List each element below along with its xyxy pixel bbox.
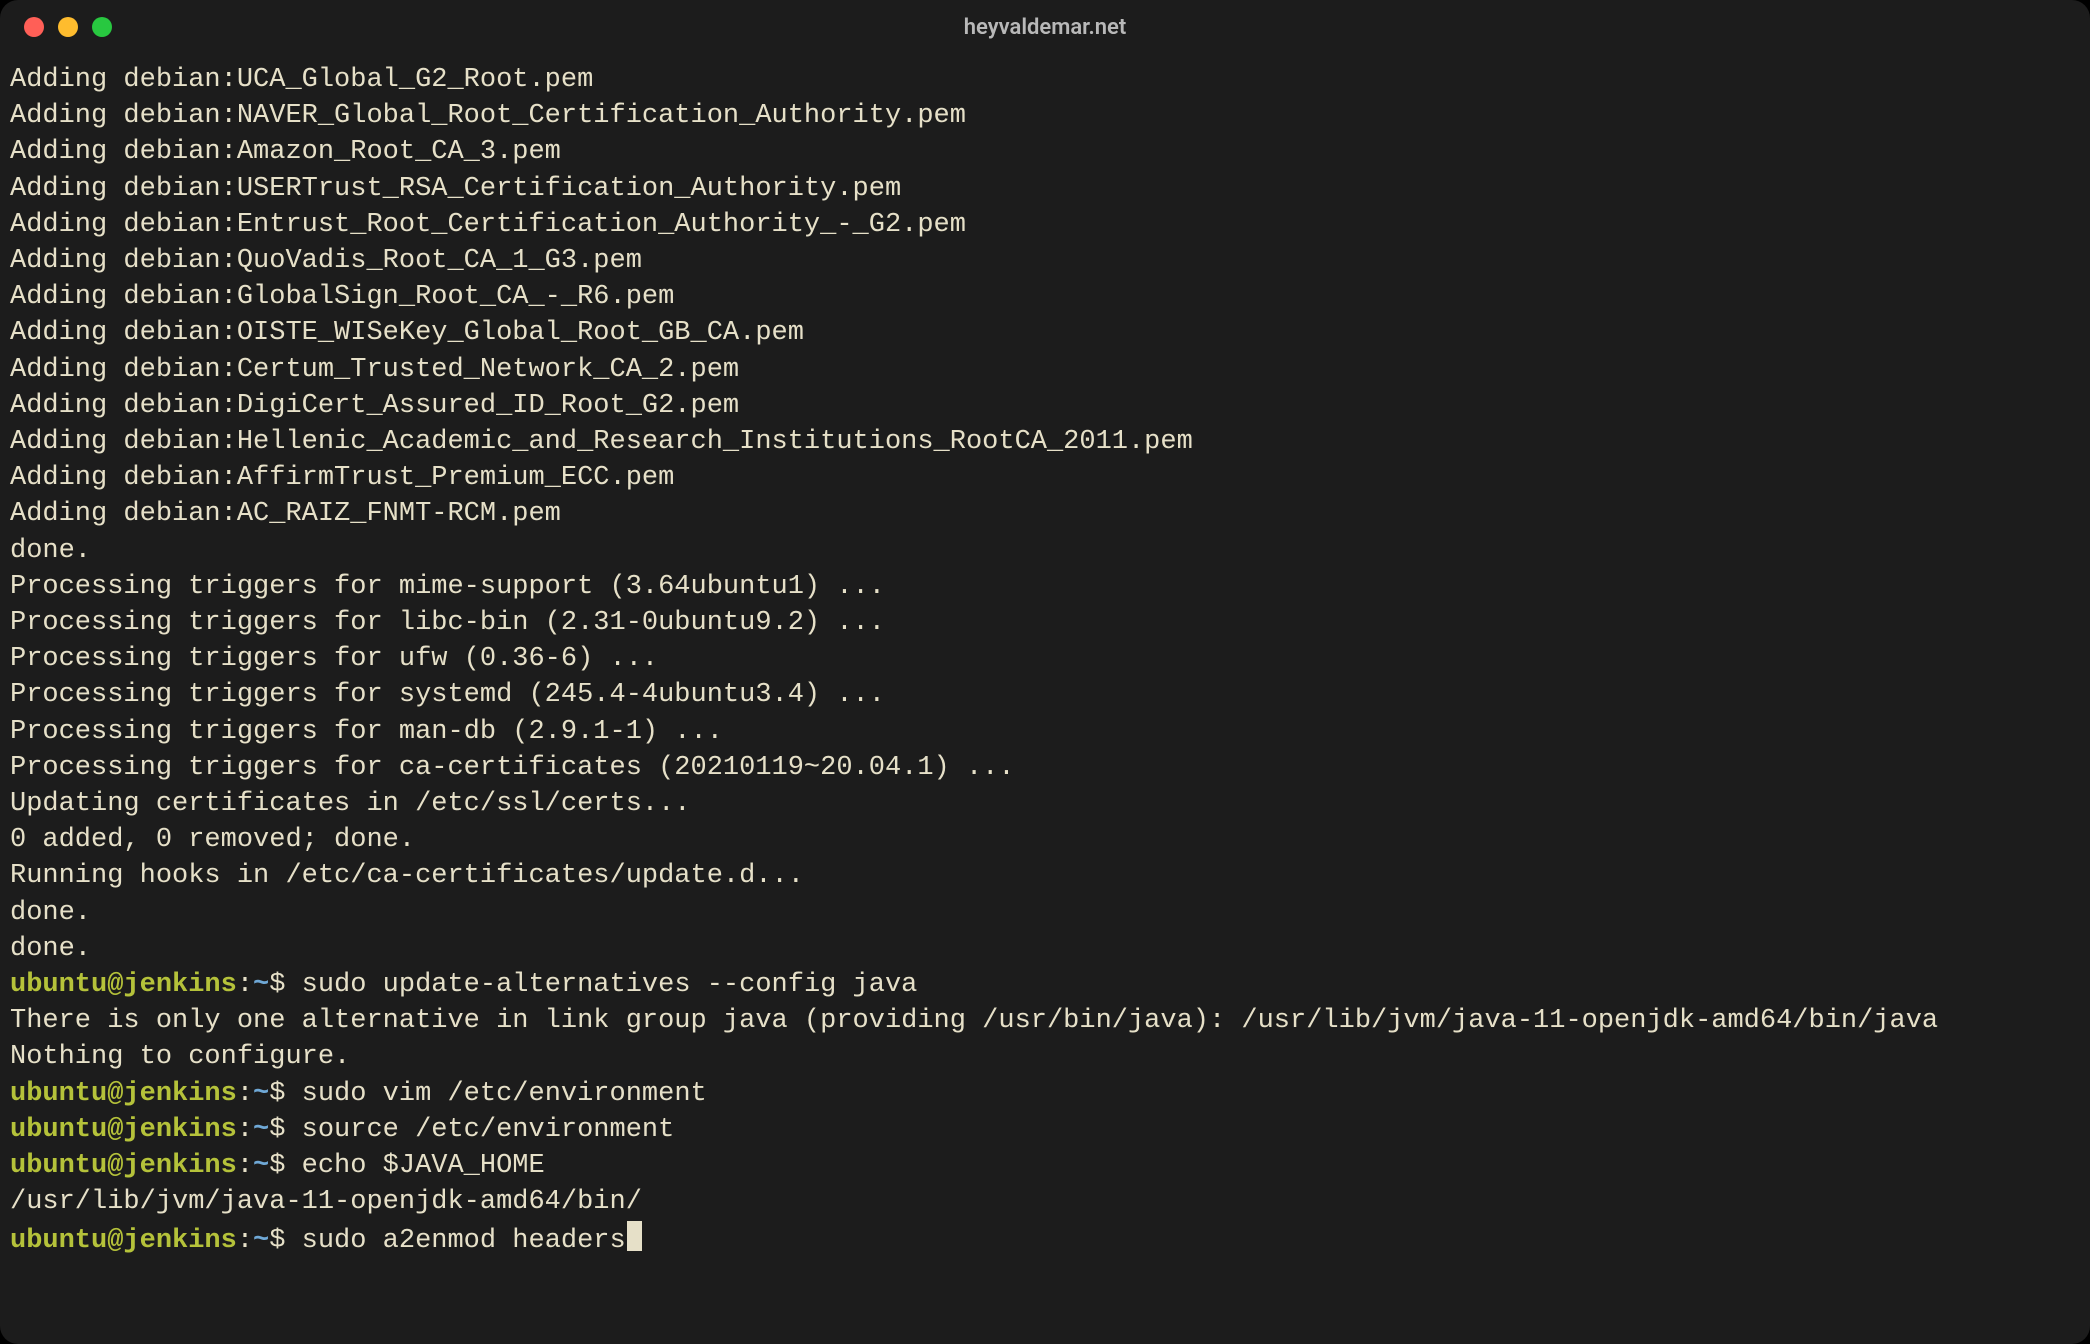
shell-prompt: ubuntu@jenkins:~$ [10, 1079, 302, 1109]
terminal-output-line: Adding debian:NAVER_Global_Root_Certific… [10, 98, 2080, 134]
terminal-output-line: Adding debian:AC_RAIZ_FNMT-RCM.pem [10, 496, 2080, 532]
terminal-command-line: ubuntu@jenkins:~$ sudo a2enmod headers [10, 1221, 2080, 1259]
terminal-output-line: done. [10, 895, 2080, 931]
terminal-output-line: Adding debian:UCA_Global_G2_Root.pem [10, 62, 2080, 98]
shell-prompt: ubuntu@jenkins:~$ [10, 1226, 302, 1256]
terminal-output-line: Adding debian:Hellenic_Academic_and_Rese… [10, 424, 2080, 460]
shell-prompt: ubuntu@jenkins:~$ [10, 1151, 302, 1181]
terminal-output-line: Processing triggers for mime-support (3.… [10, 569, 2080, 605]
terminal-output-line: Updating certificates in /etc/ssl/certs.… [10, 786, 2080, 822]
terminal-output-line: Processing triggers for systemd (245.4-4… [10, 677, 2080, 713]
terminal-output-line: Adding debian:Amazon_Root_CA_3.pem [10, 134, 2080, 170]
cursor-icon [627, 1221, 642, 1251]
terminal-output-line: Nothing to configure. [10, 1039, 2080, 1075]
titlebar: heyvaldemar.net [0, 0, 2090, 54]
command-text: source /etc/environment [302, 1115, 675, 1145]
terminal-output-line: Adding debian:Entrust_Root_Certification… [10, 207, 2080, 243]
terminal-output-line: Processing triggers for ufw (0.36-6) ... [10, 641, 2080, 677]
terminal-command-line: ubuntu@jenkins:~$ sudo vim /etc/environm… [10, 1076, 2080, 1112]
terminal-output-line: Processing triggers for ca-certificates … [10, 750, 2080, 786]
terminal-body[interactable]: Adding debian:UCA_Global_G2_Root.pemAddi… [0, 54, 2090, 1269]
shell-prompt: ubuntu@jenkins:~$ [10, 970, 302, 1000]
shell-prompt: ubuntu@jenkins:~$ [10, 1115, 302, 1145]
terminal-command-line: ubuntu@jenkins:~$ source /etc/environmen… [10, 1112, 2080, 1148]
terminal-command-line: ubuntu@jenkins:~$ echo $JAVA_HOME [10, 1148, 2080, 1184]
command-text: sudo a2enmod headers [302, 1226, 626, 1256]
terminal-output-line: Running hooks in /etc/ca-certificates/up… [10, 858, 2080, 894]
terminal-output-line: Adding debian:OISTE_WISeKey_Global_Root_… [10, 315, 2080, 351]
command-text: sudo update-alternatives --config java [302, 970, 918, 1000]
minimize-icon[interactable] [58, 17, 78, 37]
terminal-window: heyvaldemar.net Adding debian:UCA_Global… [0, 0, 2090, 1344]
terminal-output-line: /usr/lib/jvm/java-11-openjdk-amd64/bin/ [10, 1184, 2080, 1220]
command-text: echo $JAVA_HOME [302, 1151, 545, 1181]
terminal-output-line: Processing triggers for libc-bin (2.31-0… [10, 605, 2080, 641]
traffic-lights [24, 17, 112, 37]
terminal-output-line: Processing triggers for man-db (2.9.1-1)… [10, 714, 2080, 750]
terminal-output-line: Adding debian:AffirmTrust_Premium_ECC.pe… [10, 460, 2080, 496]
close-icon[interactable] [24, 17, 44, 37]
maximize-icon[interactable] [92, 17, 112, 37]
terminal-output-line: Adding debian:DigiCert_Assured_ID_Root_G… [10, 388, 2080, 424]
terminal-output-line: done. [10, 931, 2080, 967]
terminal-output-line: Adding debian:GlobalSign_Root_CA_-_R6.pe… [10, 279, 2080, 315]
terminal-output-line: There is only one alternative in link gr… [10, 1003, 2080, 1039]
terminal-command-line: ubuntu@jenkins:~$ sudo update-alternativ… [10, 967, 2080, 1003]
terminal-output-line: Adding debian:QuoVadis_Root_CA_1_G3.pem [10, 243, 2080, 279]
terminal-output-line: done. [10, 533, 2080, 569]
terminal-output-line: Adding debian:Certum_Trusted_Network_CA_… [10, 352, 2080, 388]
command-text: sudo vim /etc/environment [302, 1079, 707, 1109]
terminal-output-line: Adding debian:USERTrust_RSA_Certificatio… [10, 171, 2080, 207]
terminal-output-line: 0 added, 0 removed; done. [10, 822, 2080, 858]
window-title: heyvaldemar.net [0, 15, 2090, 40]
